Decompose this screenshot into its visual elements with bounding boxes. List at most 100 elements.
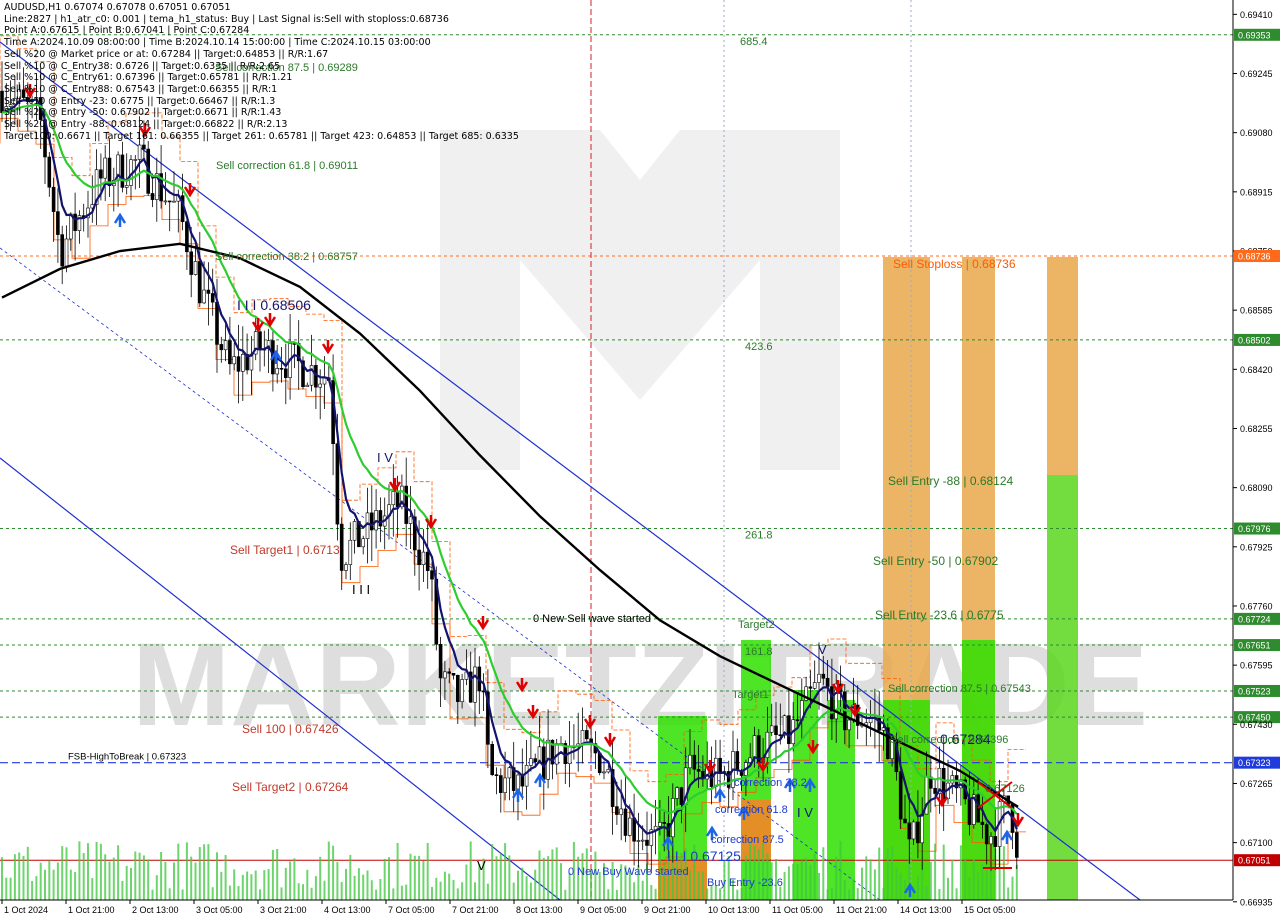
price-tag-label: 0.67724 (1238, 614, 1271, 624)
volume-bar (697, 871, 700, 900)
time-tick-label: 10 Oct 13:00 (708, 905, 760, 915)
volume-bar (826, 889, 829, 900)
price-tick-label: 0.67595 (1240, 661, 1273, 671)
time-tick-label: 3 Oct 21:00 (260, 905, 307, 915)
volume-bar (443, 871, 446, 900)
volume-bar (259, 889, 261, 900)
volume-bar (250, 874, 253, 900)
volume-bar (405, 884, 408, 900)
candle-body (172, 200, 176, 203)
volume-bar (177, 843, 180, 900)
volume-bar (474, 882, 476, 900)
volume-bar (835, 856, 838, 900)
candle-body (447, 671, 452, 674)
volume-bar (968, 877, 971, 900)
candle-body (920, 813, 925, 844)
volume-bar (194, 862, 197, 900)
candle-body (795, 719, 800, 722)
volume-bar (297, 883, 300, 900)
candle-body (688, 754, 692, 769)
candle-body (348, 539, 353, 565)
volume-bar (426, 842, 429, 900)
volume-bar (431, 887, 433, 900)
volume-bar (641, 880, 644, 900)
candle-body (133, 159, 138, 161)
candle-body (473, 666, 477, 703)
volume-bar (469, 841, 472, 900)
candle-body (658, 822, 662, 827)
candle-body (989, 836, 993, 845)
candle-body (584, 730, 589, 740)
candle-body (425, 551, 430, 571)
volume-bar (138, 852, 141, 900)
volume-bar (564, 889, 567, 900)
volume-bar (306, 869, 309, 900)
candle-body (615, 806, 619, 815)
volume-bar (787, 866, 790, 900)
annotation-label: Sell correction 38.2 | 0.68757 (215, 251, 358, 263)
header-line: AUDUSD,H1 0.67074 0.67078 0.67051 0.6705… (4, 2, 231, 13)
volume-bar (865, 856, 868, 900)
candle-body (335, 443, 340, 525)
volume-bar (753, 845, 756, 900)
candle-body (636, 840, 641, 842)
annotation-label: Sell correction 87.5 | 0.67543 (888, 683, 1031, 695)
volume-bar (323, 880, 326, 900)
annotation-label: Sell 100 | 0.67426 (242, 722, 339, 736)
candle-body (778, 734, 783, 737)
volume-bar (61, 846, 64, 900)
volume-bar (224, 855, 227, 900)
candle-body (361, 538, 366, 548)
volume-bar (757, 849, 760, 900)
volume-bar (340, 882, 343, 900)
candle-body (391, 491, 396, 506)
annotation-label: Sell Entry -88 | 0.68124 (888, 474, 1014, 488)
volume-bar (465, 864, 468, 900)
volume-bar (228, 885, 231, 900)
candle-body (352, 521, 357, 541)
level-label: 423.6 (745, 341, 773, 353)
volume-bar (392, 888, 395, 900)
volume-bar (181, 889, 184, 900)
candle-body (206, 289, 211, 294)
candle-body (103, 157, 107, 179)
volume-bar (1015, 864, 1018, 900)
volume-bar (959, 845, 962, 900)
volume-bar (985, 869, 988, 900)
volume-bar (547, 856, 550, 900)
annotation-label: Sell Target1 | 0.6713 (230, 543, 340, 557)
time-tick-label: 11 Oct 05:00 (772, 905, 823, 915)
candle-body (120, 154, 125, 188)
volume-bar (839, 840, 842, 900)
annotation-label: V (477, 858, 486, 873)
volume-bar (607, 889, 610, 900)
volume-bar (246, 871, 249, 900)
volume-bar (882, 888, 885, 900)
candle-body (993, 836, 998, 847)
volume-bar (435, 877, 438, 900)
volume-bar (517, 870, 519, 900)
annotation-label: Sell correction 61.8 | 0.69011 (216, 160, 358, 172)
volume-bar (69, 869, 72, 900)
candle-body (847, 719, 851, 731)
volume-bar (357, 868, 360, 900)
volume-bar (422, 861, 425, 900)
candle-body (623, 808, 628, 836)
candle-body (137, 144, 142, 160)
volume-bar (418, 856, 421, 900)
price-tag-label: 0.68502 (1238, 335, 1271, 345)
volume-bar (121, 880, 124, 900)
annotation-label: I I I 0.67125 (667, 848, 741, 864)
candle-body (1014, 832, 1019, 858)
volume-bar (805, 857, 808, 900)
volume-bar (1, 857, 3, 900)
volume-bar (499, 853, 502, 900)
price-tag-label: 0.67051 (1238, 856, 1271, 866)
volume-bar (276, 848, 279, 900)
annotation-label: Target2 (738, 619, 775, 631)
candle-body (443, 671, 447, 679)
volume-bar (26, 846, 29, 900)
candle-body (198, 261, 202, 304)
candle-body (223, 340, 228, 351)
volume-bar (822, 847, 825, 900)
